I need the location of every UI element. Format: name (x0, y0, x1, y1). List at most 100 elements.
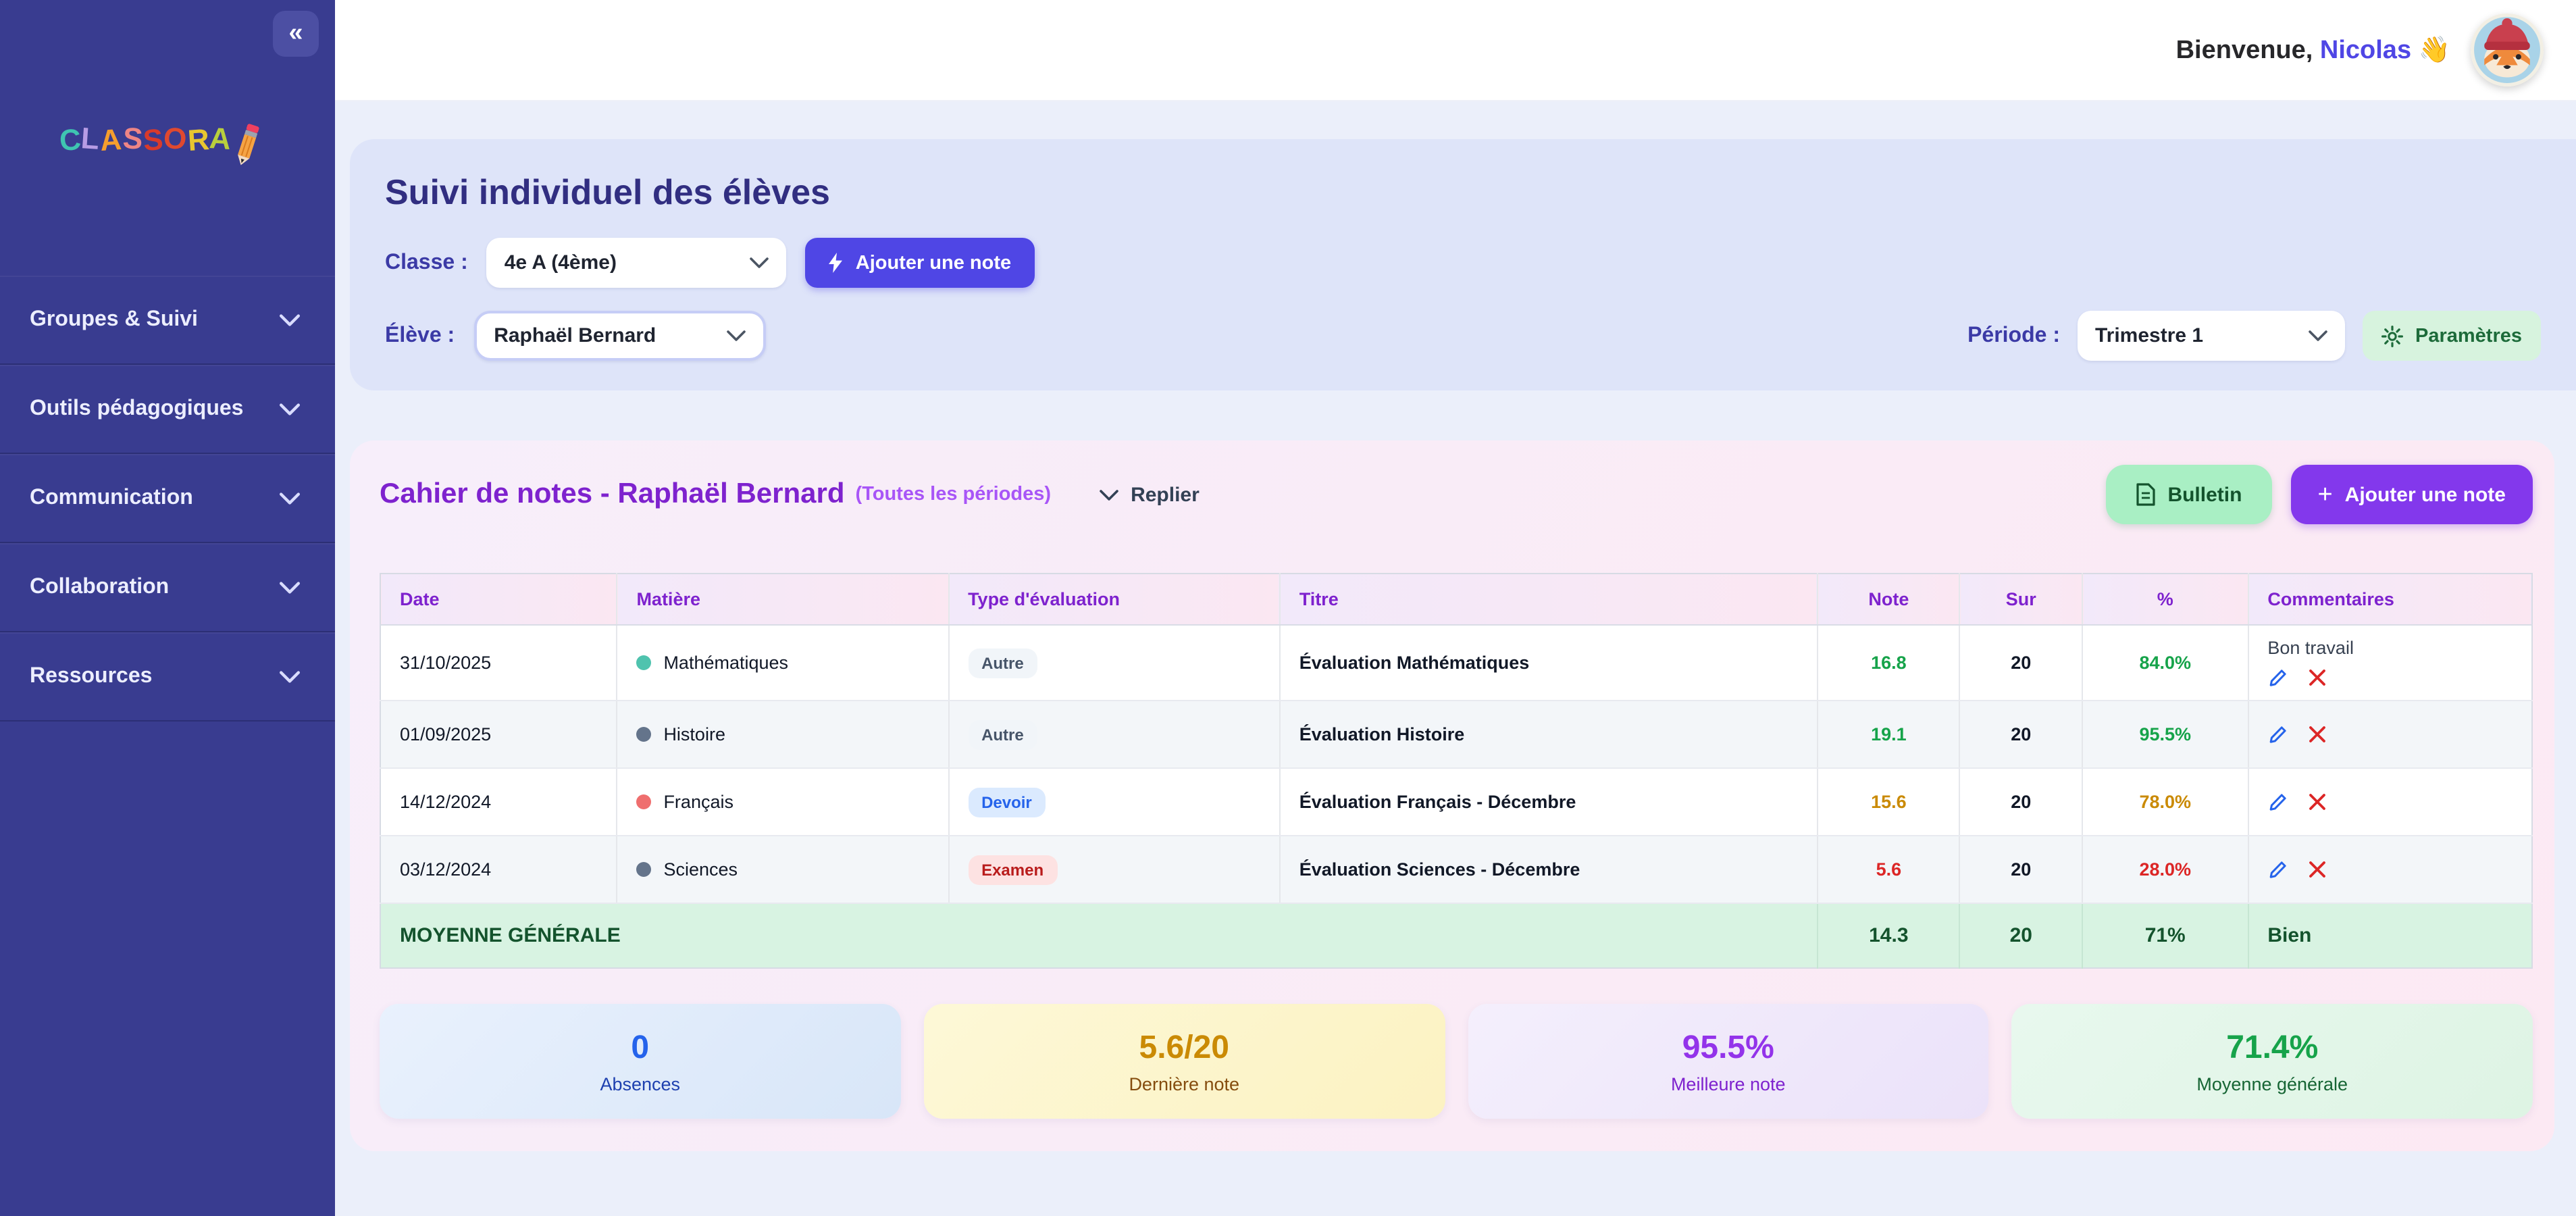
delete-note-button[interactable] (2308, 793, 2325, 811)
grades-table-foot: MOYENNE GÉNÉRALE 14.3 20 71% Bien (380, 903, 2532, 968)
classe-row: Classe : 4e A (4ème) Ajouter une note (385, 238, 2541, 288)
average-sur: 20 (1959, 903, 2082, 968)
chevron-down-icon (280, 669, 300, 683)
cell-eval-type: Autre (948, 701, 1280, 768)
topbar: Bienvenue, Nicolas 👋 (335, 0, 2576, 101)
collapse-section-button[interactable]: Replier (1100, 483, 1200, 506)
comment-text: Bon travail (2267, 638, 2513, 658)
sidebar-collapse-button[interactable]: « (273, 11, 319, 57)
sidebar-item-communication[interactable]: Communication (0, 454, 335, 543)
cell-note: 15.6 (1818, 768, 1959, 836)
stat-value: 5.6/20 (1139, 1029, 1229, 1067)
average-pct: 71% (2082, 903, 2248, 968)
cell-note: 19.1 (1818, 701, 1959, 768)
chevron-double-left-icon: « (288, 19, 303, 49)
chevron-down-icon (280, 313, 300, 326)
stat-label: Dernière note (1129, 1073, 1239, 1094)
plus-icon: + (2317, 482, 2332, 507)
average-label: MOYENNE GÉNÉRALE (380, 903, 1818, 968)
cell-comment: Bon travail (2248, 625, 2532, 701)
add-note-top-label: Ajouter une note (856, 252, 1011, 274)
classe-label: Classe : (385, 251, 468, 275)
logo-letter: S (142, 122, 165, 159)
average-comment: Bien (2248, 903, 2532, 968)
col-titre: Titre (1280, 574, 1818, 625)
sidebar-item-ressources[interactable]: Ressources (0, 632, 335, 721)
grades-table-head: Date Matière Type d'évaluation Titre Not… (380, 574, 2532, 625)
logo-letter: O (162, 121, 188, 157)
classe-select[interactable]: 4e A (4ème) (487, 238, 787, 288)
sidebar-item-outils-p-dagogiques[interactable]: Outils pédagogiques (0, 365, 335, 454)
subject-color-dot (636, 862, 651, 877)
add-note-button-top[interactable]: Ajouter une note (806, 238, 1034, 288)
grade-row: 03/12/2024SciencesExamenÉvaluation Scien… (380, 836, 2532, 903)
username: Nicolas (2320, 36, 2411, 65)
cell-title: Évaluation Mathématiques (1280, 625, 1818, 701)
sidebar-menu: Groupes & Suivi Outils pédagogiques Commun… (0, 276, 335, 721)
delete-note-button[interactable] (2308, 861, 2325, 878)
subject-color-dot (636, 655, 651, 670)
chevron-down-icon (750, 257, 769, 269)
edit-note-button[interactable] (2267, 859, 2288, 880)
parametres-button[interactable]: Paramètres (2363, 311, 2541, 361)
stat-value: 0 (631, 1029, 649, 1067)
cell-pct: 28.0% (2082, 836, 2248, 903)
page-title: Suivi individuel des élèves (385, 172, 2541, 213)
sidebar: « CLASSORA Groupes & Suivi Outils pédagog… (0, 0, 335, 1216)
eleve-select[interactable]: Raphaël Bernard (473, 311, 765, 361)
eleve-value: Raphaël Bernard (494, 324, 656, 347)
stat-value: 71.4% (2226, 1029, 2318, 1067)
logo-letter: S (122, 121, 145, 157)
cell-date: 31/10/2025 (380, 625, 617, 701)
edit-note-button[interactable] (2267, 724, 2288, 744)
periode-select[interactable]: Trimestre 1 (2078, 311, 2345, 361)
eval-type-badge: Autre (968, 719, 1037, 749)
periode-label: Période : (1967, 324, 2060, 348)
user-avatar[interactable] (2471, 14, 2544, 86)
cell-sur: 20 (1959, 836, 2082, 903)
add-note-button-section[interactable]: + Ajouter une note (2290, 465, 2533, 524)
delete-note-button[interactable] (2308, 669, 2325, 686)
cell-note: 5.6 (1818, 836, 1959, 903)
bulletin-button[interactable]: Bulletin (2105, 465, 2271, 524)
welcome-label: Bienvenue, (2176, 36, 2313, 65)
edit-note-button[interactable] (2267, 792, 2288, 812)
stat-card-moyenne-g-n-rale: 71.4%Moyenne générale (2012, 1004, 2533, 1119)
cell-sur: 20 (1959, 701, 2082, 768)
sidebar-item-label: Groupes & Suivi (30, 307, 198, 332)
average-row: MOYENNE GÉNÉRALE 14.3 20 71% Bien (380, 903, 2532, 968)
sidebar-item-label: Outils pédagogiques (30, 397, 243, 421)
cell-title: Évaluation Sciences - Décembre (1280, 836, 1818, 903)
chevron-down-icon (280, 580, 300, 594)
sidebar-item-label: Communication (30, 486, 193, 510)
cell-date: 14/12/2024 (380, 768, 617, 836)
sidebar-item-groupes-suivi[interactable]: Groupes & Suivi (0, 276, 335, 365)
delete-x-icon (2308, 726, 2325, 743)
col-type: Type d'évaluation (948, 574, 1280, 625)
chevron-down-icon (280, 402, 300, 415)
cell-title: Évaluation Histoire (1280, 701, 1818, 768)
edit-pencil-icon (2267, 667, 2288, 688)
collapse-section-label: Replier (1131, 483, 1200, 506)
chevron-down-icon (726, 330, 745, 342)
eval-type-badge: Devoir (968, 787, 1046, 817)
cell-title: Évaluation Français - Décembre (1280, 768, 1818, 836)
delete-note-button[interactable] (2308, 726, 2325, 743)
cell-eval-type: Examen (948, 836, 1280, 903)
sidebar-item-collaboration[interactable]: Collaboration (0, 543, 335, 632)
cell-subject: Sciences (617, 836, 948, 903)
logo-letter: R (186, 122, 211, 159)
subject-color-dot (636, 794, 651, 809)
stat-card-absences: 0Absences (380, 1004, 901, 1119)
chevron-down-icon (2309, 330, 2327, 342)
sidebar-item-label: Ressources (30, 664, 152, 688)
edit-note-button[interactable] (2267, 667, 2288, 688)
cell-comment (2248, 701, 2532, 768)
classe-value: 4e A (4ème) (505, 251, 617, 274)
delete-x-icon (2308, 793, 2325, 811)
grade-row: 31/10/2025MathématiquesAutreÉvaluation M… (380, 625, 2532, 701)
classora-logo: CLASSORA (59, 116, 335, 162)
cell-subject: Mathématiques (617, 625, 948, 701)
stat-cards: 0Absences5.6/20Dernière note95.5%Meilleu… (380, 1004, 2533, 1119)
periode-group: Période : Trimestre 1 (1967, 311, 2541, 361)
